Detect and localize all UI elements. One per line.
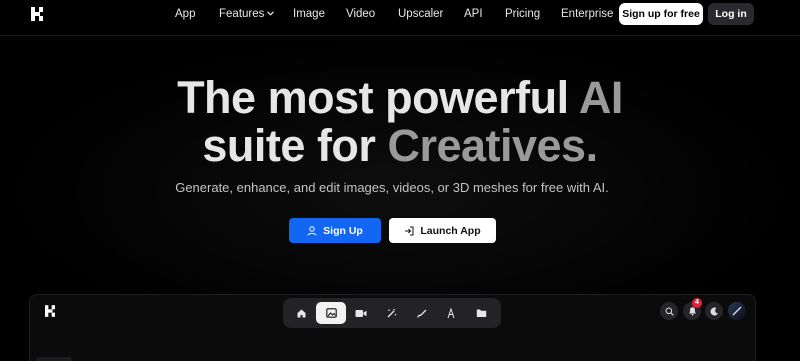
moon-icon bbox=[710, 306, 718, 315]
user-avatar[interactable] bbox=[728, 302, 746, 320]
top-nav: App Features Image Video Upscaler API Pr… bbox=[0, 0, 800, 30]
magic-wand-icon bbox=[387, 308, 396, 317]
launch-app-label: Launch App bbox=[420, 224, 481, 237]
user-icon bbox=[307, 225, 317, 236]
launch-app-button[interactable]: Launch App bbox=[389, 218, 496, 243]
nav-link-video[interactable]: Video bbox=[346, 7, 375, 21]
home-icon bbox=[297, 309, 305, 317]
hero-subtitle: Generate, enhance, and edit images, vide… bbox=[175, 180, 609, 195]
toolbar-text-button[interactable] bbox=[436, 302, 466, 324]
headline-line2-main: suite for bbox=[202, 120, 376, 171]
login-button[interactable]: Log in bbox=[708, 3, 754, 25]
nav-link-app[interactable]: App bbox=[175, 7, 195, 21]
hero-headline: The most powerful AI suite for Creatives… bbox=[0, 74, 800, 170]
notification-badge: 4 bbox=[692, 298, 702, 308]
nav-link-enterprise[interactable]: Enterprise bbox=[561, 7, 613, 21]
toolbar-magic-button[interactable] bbox=[376, 302, 406, 324]
nav-link-features[interactable]: Features bbox=[219, 7, 275, 21]
video-icon bbox=[355, 309, 367, 317]
brand-logo-icon[interactable] bbox=[31, 7, 43, 21]
toolbar-brush-button[interactable] bbox=[406, 302, 436, 324]
nav-link-features-label: Features bbox=[219, 8, 265, 20]
toolbar-image-button[interactable] bbox=[316, 302, 346, 324]
nav-link-image[interactable]: Image bbox=[293, 7, 325, 21]
sign-up-label: Sign Up bbox=[323, 224, 363, 237]
folder-icon bbox=[476, 309, 486, 317]
theme-toggle-button[interactable] bbox=[705, 302, 723, 320]
sign-up-button[interactable]: Sign Up bbox=[289, 218, 381, 243]
headline-line1-main: The most powerful bbox=[177, 72, 569, 123]
signup-free-button[interactable]: Sign up for free bbox=[619, 3, 703, 25]
panel-bottom-tab bbox=[36, 357, 72, 361]
headline-line1-accent: AI bbox=[578, 72, 624, 123]
image-icon bbox=[325, 308, 337, 318]
app-logo-icon bbox=[45, 305, 55, 317]
login-arrow-icon bbox=[405, 226, 414, 235]
brush-icon bbox=[416, 309, 426, 318]
search-icon bbox=[665, 307, 674, 316]
text-icon bbox=[447, 307, 455, 318]
toolbar-folder-button[interactable] bbox=[466, 302, 496, 324]
avatar-icon bbox=[732, 306, 742, 316]
toolbar-home-button[interactable] bbox=[286, 302, 316, 324]
chevron-down-icon bbox=[267, 11, 275, 17]
nav-link-pricing[interactable]: Pricing bbox=[505, 7, 540, 21]
toolbar-video-button[interactable] bbox=[346, 302, 376, 324]
nav-link-upscaler[interactable]: Upscaler bbox=[398, 7, 443, 21]
nav-link-api[interactable]: API bbox=[464, 7, 483, 21]
search-button[interactable] bbox=[660, 302, 678, 320]
headline-line2-accent: Creatives. bbox=[387, 120, 598, 171]
